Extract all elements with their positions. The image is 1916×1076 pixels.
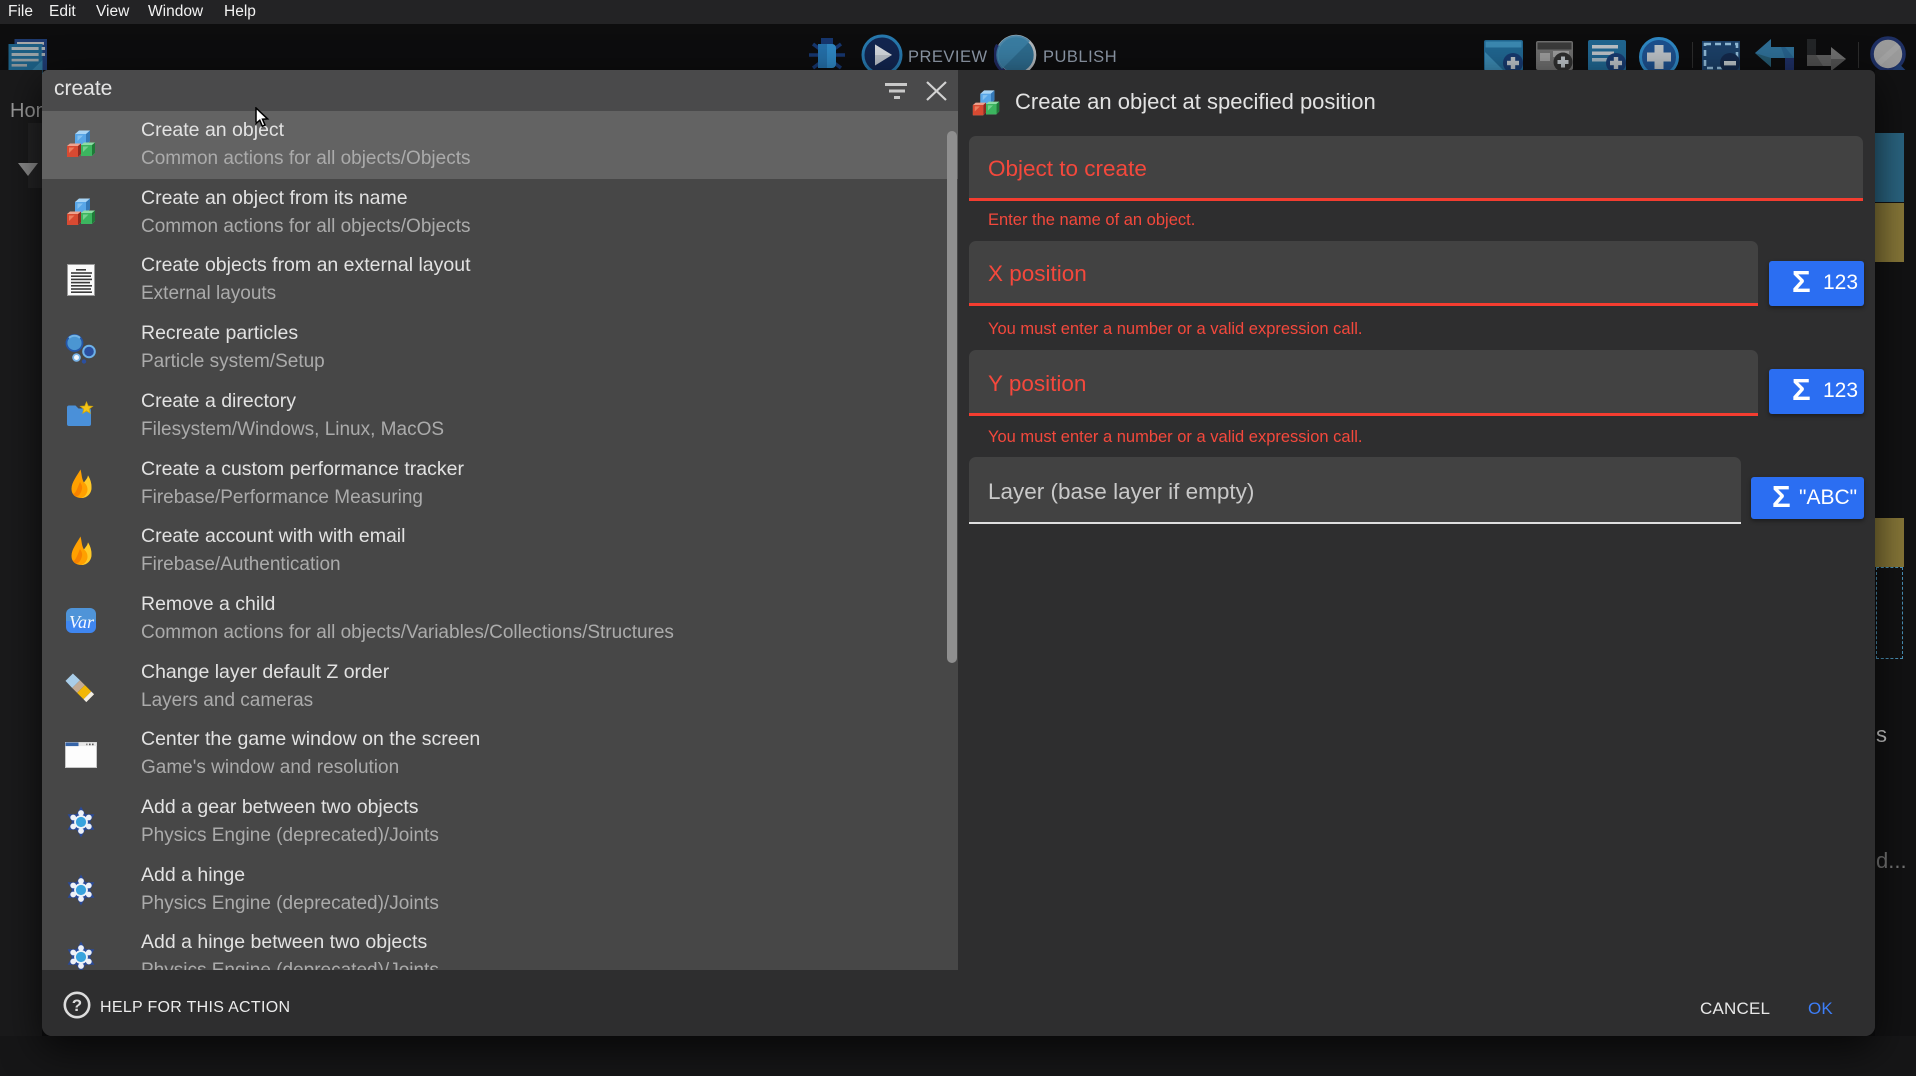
svg-text:Var: Var <box>69 612 95 632</box>
svg-text:?: ? <box>72 996 82 1015</box>
